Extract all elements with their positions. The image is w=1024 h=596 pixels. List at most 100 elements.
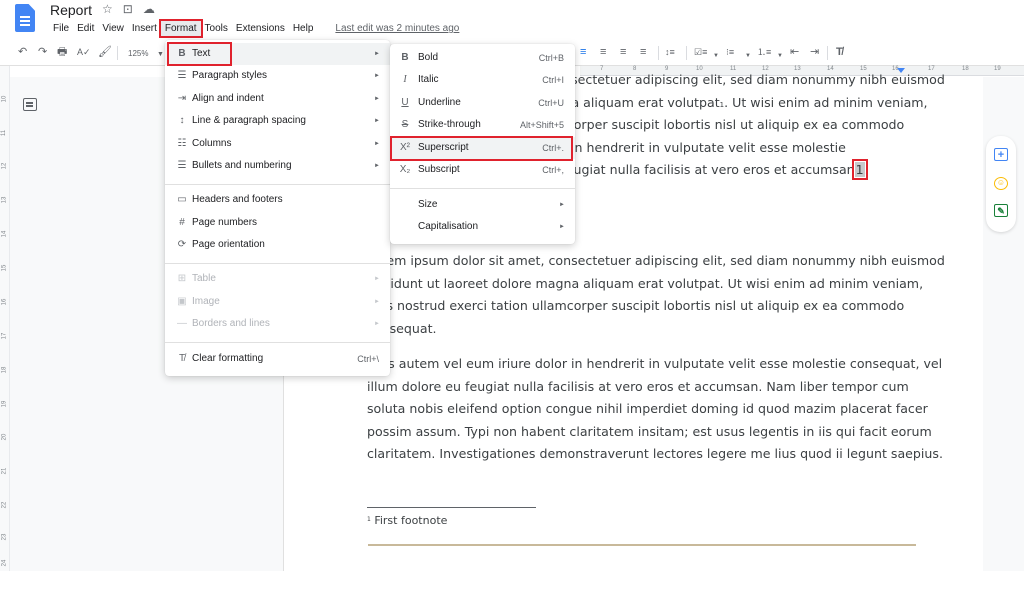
print-icon[interactable]: 🖶 (57, 45, 67, 59)
italic-icon: I (403, 74, 407, 85)
move-folder-icon[interactable]: ⊡ (123, 2, 133, 16)
text-line: quis nostrud exerci tation ullamcorper s… (367, 298, 905, 314)
footnote-reference[interactable]: 1 (720, 101, 724, 109)
emoji-reaction-icon[interactable]: ☺ (994, 177, 1008, 190)
menu-item-label: Headers and footers (192, 194, 283, 205)
menu-file[interactable]: File (49, 21, 73, 36)
menu-item-strikethrough[interactable]: S Strike-through Alt+Shift+5 (390, 114, 575, 136)
superscript-icon: X² (400, 142, 410, 153)
menu-item-label: Page orientation (192, 239, 265, 250)
ruler-tick: 15 (1, 264, 8, 272)
menu-item-table: ⊞ Table ► (165, 268, 390, 290)
align-left-icon[interactable]: ≡ (580, 45, 586, 59)
ruler-tick: 19 (1, 400, 8, 408)
docs-logo-icon[interactable] (15, 4, 35, 32)
add-comment-icon[interactable]: + (994, 148, 1008, 161)
zoom-caret-icon[interactable]: ▼ (157, 48, 164, 62)
ruler-tick: 18 (962, 66, 969, 72)
selected-text-highlight[interactable]: 1 (851, 159, 868, 181)
paragraph-2[interactable]: Lorem ipsum dolor sit amet, consectetuer… (367, 250, 945, 340)
image-icon: ▣ (177, 296, 187, 307)
text-submenu: B Bold Ctrl+B I Italic Ctrl+I U Underlin… (390, 44, 575, 244)
title-icons: ☆ ⊡ ☁ (102, 2, 155, 16)
menu-item-capitalisation[interactable]: Capitalisation ► (390, 216, 575, 238)
menu-help[interactable]: Help (289, 21, 318, 36)
vertical-ruler[interactable]: 10 11 12 13 14 15 16 17 18 19 20 21 22 2… (0, 66, 10, 571)
decrease-indent-icon[interactable]: ⇤ (790, 45, 799, 59)
clear-formatting-icon[interactable]: T̸ (836, 45, 843, 59)
line-spacing-icon[interactable]: ↕≡ (665, 45, 675, 59)
menu-format[interactable]: Format (158, 19, 203, 38)
menu-item-align-indent[interactable]: ⇥ Align and indent ► (165, 88, 390, 110)
checklist-icon[interactable]: ☑≡ (694, 45, 707, 59)
hash-icon: # (179, 217, 185, 228)
checklist-caret-icon[interactable]: ▼ (713, 49, 719, 63)
menu-item-columns[interactable]: ☷ Columns ► (165, 133, 390, 155)
menu-item-superscript[interactable]: X² Superscript Ctrl+. (390, 137, 575, 159)
cloud-status-icon[interactable]: ☁ (143, 2, 155, 16)
menu-item-label: Superscript (418, 142, 469, 153)
menu-item-clear-formatting[interactable]: T̸ Clear formatting Ctrl+\ (165, 348, 390, 370)
menu-item-paragraph-styles[interactable]: ☰ Paragraph styles ► (165, 65, 390, 87)
ruler-tick: 21 (1, 467, 8, 475)
menu-item-page-orientation[interactable]: ⟳ Page orientation (165, 234, 390, 256)
menu-item-headers-footers[interactable]: ▭ Headers and footers (165, 189, 390, 211)
submenu-arrow-icon: ► (374, 73, 380, 79)
submenu-arrow-icon: ► (374, 276, 380, 282)
menu-item-label: Strike-through (418, 119, 481, 130)
menu-item-label: Size (418, 199, 438, 210)
menu-item-label: Bullets and numbering (192, 160, 292, 171)
bullets-icon[interactable]: ⁝≡ (726, 45, 734, 59)
menu-item-bullets-numbering[interactable]: ☰ Bullets and numbering ► (165, 155, 390, 177)
star-icon[interactable]: ☆ (102, 2, 113, 16)
menu-item-subscript[interactable]: X₂ Subscript Ctrl+, (390, 159, 575, 181)
ruler-tick: 19 (994, 66, 1001, 72)
align-right-icon[interactable]: ≡ (620, 45, 626, 59)
text-line: consequat. (367, 320, 437, 336)
menu-extensions[interactable]: Extensions (232, 21, 289, 36)
menu-edit[interactable]: Edit (73, 21, 98, 36)
ruler-tick: 24 (1, 559, 8, 567)
zoom-select[interactable]: 125% (128, 47, 148, 61)
menu-item-line-spacing[interactable]: ↕ Line & paragraph spacing ► (165, 110, 390, 132)
menu-item-page-numbers[interactable]: # Page numbers (165, 212, 390, 234)
submenu-arrow-icon: ► (374, 299, 380, 305)
spellcheck-icon[interactable]: A✓ (77, 45, 91, 59)
menu-item-size[interactable]: Size ► (390, 194, 575, 216)
menu-item-italic[interactable]: I Italic Ctrl+I (390, 69, 575, 91)
justify-icon[interactable]: ≡ (640, 45, 646, 59)
undo-icon[interactable]: ↶ (18, 45, 27, 59)
google-docs-window: Report ☆ ⊡ ☁ File Edit View Insert Forma… (0, 0, 1024, 596)
paragraph-3[interactable]: Duis autem vel eum iriure dolor in hendr… (367, 353, 943, 466)
last-edit-link[interactable]: Last edit was 2 minutes ago (331, 21, 463, 36)
toolbar-divider (686, 46, 687, 60)
menu-item-label: Align and indent (192, 93, 264, 104)
document-title[interactable]: Report (50, 2, 92, 18)
menu-tools[interactable]: Tools (201, 21, 232, 36)
menu-view[interactable]: View (98, 21, 128, 36)
align-center-icon[interactable]: ≡ (600, 45, 606, 59)
toolbar-divider (658, 46, 659, 60)
menu-item-shortcut: Ctrl+\ (357, 354, 379, 364)
paint-format-icon[interactable]: 🖌 (98, 45, 112, 59)
redo-icon[interactable]: ↷ (38, 45, 47, 59)
submenu-arrow-icon: ► (374, 96, 380, 102)
footnote[interactable]: 1 First footnote (367, 514, 447, 527)
bullets-caret-icon[interactable]: ▼ (745, 49, 751, 63)
menu-item-bold[interactable]: B Bold Ctrl+B (390, 47, 575, 69)
menu-item-text[interactable]: B Text ► (165, 43, 390, 65)
menu-item-underline[interactable]: U Underline Ctrl+U (390, 92, 575, 114)
menu-item-label: Columns (192, 138, 232, 149)
document-outline-icon[interactable] (23, 98, 37, 111)
borders-lines-icon: — (177, 318, 187, 329)
numbered-caret-icon[interactable]: ▼ (777, 49, 783, 63)
menu-insert[interactable]: Insert (128, 21, 161, 36)
numbered-list-icon[interactable]: ⒈≡ (757, 45, 771, 59)
ruler-tick: 20 (1, 433, 8, 441)
menu-item-label: Page numbers (192, 217, 258, 228)
submenu-arrow-icon: ► (374, 163, 380, 169)
suggest-edits-icon[interactable]: ✎ (994, 204, 1008, 217)
increase-indent-icon[interactable]: ⇥ (810, 45, 819, 59)
menu-item-label: Borders and lines (192, 318, 270, 329)
text-line: tincidunt ut laoreet dolore magna aliqua… (367, 275, 924, 291)
